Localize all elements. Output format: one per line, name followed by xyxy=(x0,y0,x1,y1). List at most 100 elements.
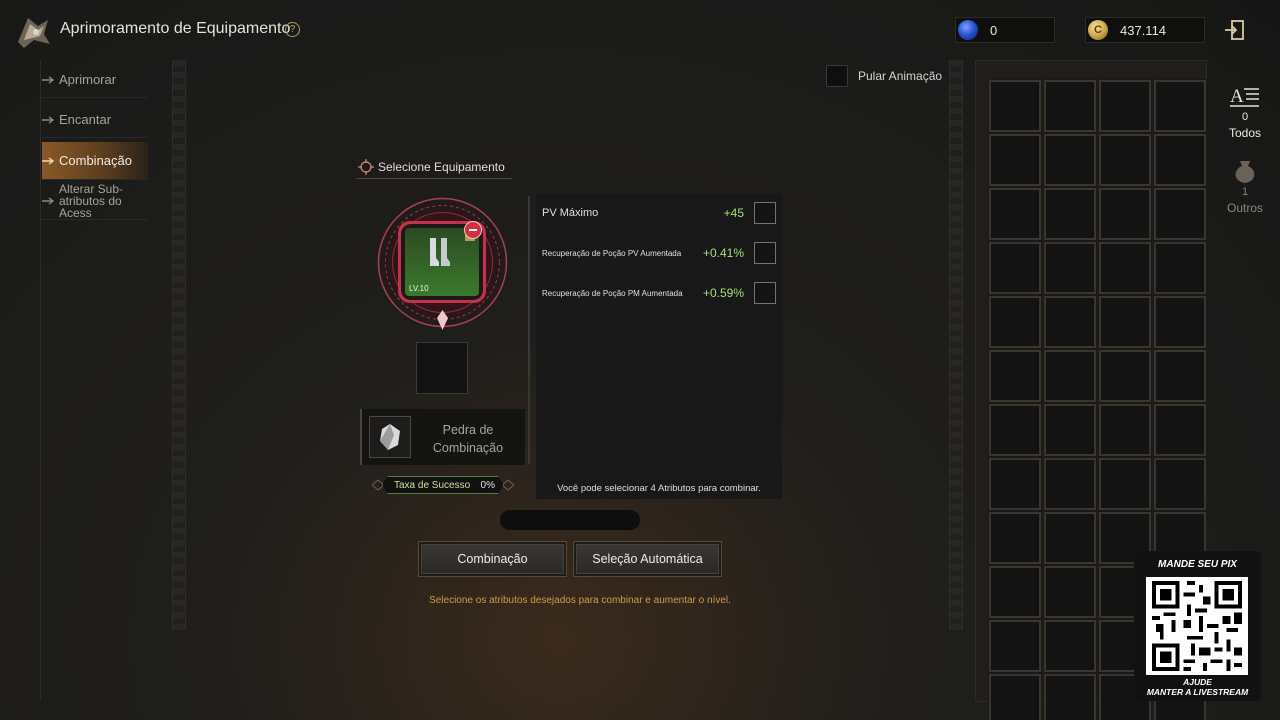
inventory-slot[interactable] xyxy=(1043,349,1097,403)
inventory-slot[interactable] xyxy=(1153,79,1207,133)
menu-item-label: Aprimorar xyxy=(59,72,117,87)
attribute-row[interactable]: Recuperação de Poção PV Aumentada +0.41% xyxy=(542,241,776,265)
combination-stone-slot[interactable] xyxy=(369,416,411,458)
inventory-slot[interactable] xyxy=(1043,457,1097,511)
svg-text:A: A xyxy=(1230,86,1244,107)
category-label-all[interactable]: Todos xyxy=(1215,126,1275,140)
attribute-checkbox[interactable] xyxy=(754,282,776,304)
menu-item-label: Encantar xyxy=(59,112,112,127)
arrow-icon xyxy=(42,196,55,205)
attribute-checkbox[interactable] xyxy=(754,242,776,264)
exit-icon[interactable] xyxy=(1222,18,1246,42)
inventory-slot[interactable] xyxy=(1043,79,1097,133)
inventory-slot[interactable] xyxy=(988,295,1042,349)
inventory-slot[interactable] xyxy=(1098,133,1152,187)
bag-icon[interactable] xyxy=(1230,155,1260,185)
panel-divider xyxy=(528,196,530,464)
inventory-slot[interactable] xyxy=(1098,295,1152,349)
gold-coin-icon: C xyxy=(1088,20,1108,40)
decorative-column-left xyxy=(172,60,186,630)
inventory-slot[interactable] xyxy=(1098,403,1152,457)
arrow-icon xyxy=(42,115,55,124)
inventory-slot[interactable] xyxy=(1043,619,1097,673)
menu-item-aprimorar[interactable]: Aprimorar xyxy=(42,62,148,98)
inventory-slot[interactable] xyxy=(1153,241,1207,295)
attributes-panel xyxy=(536,194,782,499)
attribute-row[interactable]: PV Máximo +45 xyxy=(542,201,776,225)
success-rate-value: 0% xyxy=(480,479,495,491)
auto-select-button[interactable]: Seleção Automática xyxy=(573,541,722,577)
target-icon xyxy=(358,158,374,175)
combination-stone-label: Pedra de Combinação xyxy=(432,423,504,455)
attribute-value: +0.59% xyxy=(702,286,744,300)
inventory-slot[interactable] xyxy=(988,673,1042,720)
menu-item-alterar-sub-atributos[interactable]: Alterar Sub- atributos do Acess xyxy=(42,182,148,220)
inventory-slot[interactable] xyxy=(1153,457,1207,511)
inventory-slot[interactable] xyxy=(1043,133,1097,187)
inventory-slot[interactable] xyxy=(1098,457,1152,511)
success-rate-label: Taxa de Sucesso xyxy=(394,479,471,491)
attribute-checkbox[interactable] xyxy=(754,202,776,224)
equipment-level: LV.10 xyxy=(409,284,429,293)
attribute-name: Recuperação de Poção PV Aumentada xyxy=(542,248,682,258)
inventory-slot[interactable] xyxy=(1153,295,1207,349)
inventory-slot[interactable] xyxy=(1098,79,1152,133)
gem-currency: 0 xyxy=(955,17,1055,43)
gold-count: 437.114 xyxy=(1120,22,1167,38)
stone-icon xyxy=(380,424,400,450)
remove-equipment-button[interactable] xyxy=(464,221,482,239)
menu-item-label: Combinação xyxy=(59,153,132,168)
qr-code-image xyxy=(1146,577,1248,675)
inventory-slot[interactable] xyxy=(1098,187,1152,241)
menu-divider xyxy=(40,60,41,700)
inventory-slot[interactable] xyxy=(1043,295,1097,349)
inventory-slot[interactable] xyxy=(1043,565,1097,619)
attribute-value: +45 xyxy=(723,206,744,220)
inventory-slot[interactable] xyxy=(1043,187,1097,241)
inventory-slot[interactable] xyxy=(1098,349,1152,403)
category-count-others: 1 xyxy=(1241,186,1249,198)
instruction-text: Selecione os atributos desejados para co… xyxy=(429,595,731,606)
sort-icon[interactable]: A xyxy=(1230,82,1260,112)
inventory-slot[interactable] xyxy=(988,79,1042,133)
category-count-all: 0 xyxy=(1241,111,1249,123)
inventory-slot[interactable] xyxy=(988,403,1042,457)
category-label-others[interactable]: Outros xyxy=(1215,201,1275,215)
inventory-slot[interactable] xyxy=(988,457,1042,511)
inventory-slot[interactable] xyxy=(1043,403,1097,457)
inventory-slot[interactable] xyxy=(988,511,1042,565)
arrow-icon xyxy=(42,75,55,84)
gem-icon xyxy=(958,20,978,40)
inventory-slot[interactable] xyxy=(1043,241,1097,295)
arrow-icon xyxy=(42,156,55,165)
select-equipment-header: Selecione Equipamento xyxy=(356,155,512,179)
boots-icon xyxy=(430,238,450,266)
inventory-slot[interactable] xyxy=(1098,241,1152,295)
skip-animation-checkbox[interactable] xyxy=(826,65,848,87)
menu-item-encantar[interactable]: Encantar xyxy=(42,102,148,138)
inventory-slot[interactable] xyxy=(1153,187,1207,241)
game-logo-icon xyxy=(18,18,50,48)
menu-item-combinacao[interactable]: Combinação xyxy=(42,142,148,180)
inventory-slot[interactable] xyxy=(988,241,1042,295)
inventory-slot[interactable] xyxy=(1153,133,1207,187)
attribute-name: Recuperação de Poção PM Aumentada xyxy=(542,288,683,298)
inventory-slot[interactable] xyxy=(988,565,1042,619)
inventory-slot[interactable] xyxy=(1153,403,1207,457)
combine-button[interactable]: Combinação xyxy=(418,541,567,577)
inventory-slot[interactable] xyxy=(988,619,1042,673)
attribute-name: PV Máximo xyxy=(542,207,599,219)
question-icon[interactable]: ? xyxy=(285,22,300,37)
inventory-slot[interactable] xyxy=(988,133,1042,187)
inventory-slot[interactable] xyxy=(1043,673,1097,720)
inventory-slot[interactable] xyxy=(988,349,1042,403)
material-slot[interactable] xyxy=(416,342,468,394)
inventory-slot[interactable] xyxy=(1043,511,1097,565)
gold-currency: C 437.114 xyxy=(1085,17,1205,43)
attribute-value: +0.41% xyxy=(702,246,744,260)
inventory-slot[interactable] xyxy=(988,187,1042,241)
overlay-footer: AJUDE MANTER A LIVESTREAM xyxy=(1146,677,1249,697)
gem-count: 0 xyxy=(990,22,998,38)
attribute-row[interactable]: Recuperação de Poção PM Aumentada +0.59% xyxy=(542,281,776,305)
inventory-slot[interactable] xyxy=(1153,349,1207,403)
